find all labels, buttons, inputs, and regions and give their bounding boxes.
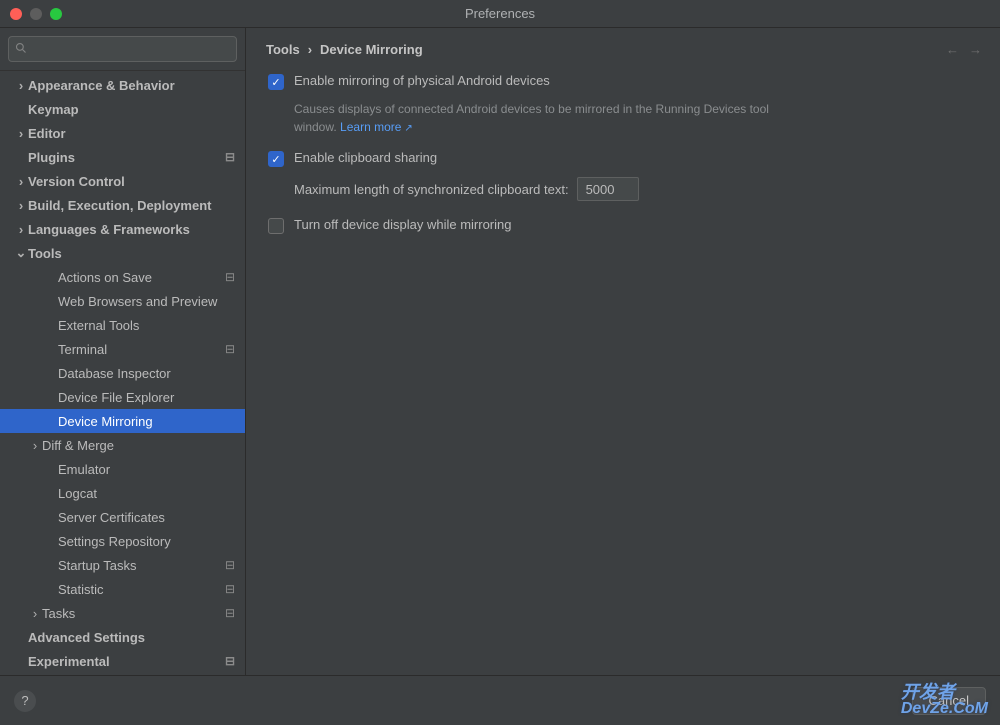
sidebar-item-label: Appearance & Behavior [28,78,245,93]
sidebar-item-plugins[interactable]: Plugins⊟ [0,145,245,169]
chevron-right-icon: › [14,174,28,189]
nav-back-icon[interactable]: ← [946,42,959,57]
sidebar-item-terminal[interactable]: Terminal⊟ [0,337,245,361]
nav-arrows: ← → [946,42,982,57]
sidebar-item-label: Server Certificates [58,510,245,525]
sidebar-item-actions-on-save[interactable]: Actions on Save⊟ [0,265,245,289]
sidebar-item-label: Plugins [28,150,245,165]
dialog-footer: ? Cancel 开发者 DevZe.CoM [0,675,1000,725]
checkbox-enable-mirroring[interactable]: ✓ [268,74,284,90]
sidebar-item-version-control[interactable]: ›Version Control [0,169,245,193]
sidebar-item-editor[interactable]: ›Editor [0,121,245,145]
sidebar-item-label: Emulator [58,462,245,477]
project-level-marker-icon: ⊟ [225,582,235,596]
sidebar-item-label: Advanced Settings [28,630,245,645]
project-level-marker-icon: ⊟ [225,558,235,572]
chevron-right-icon: › [14,198,28,213]
sidebar-item-label: Experimental [28,654,245,669]
sidebar-item-label: Terminal [58,342,245,357]
sidebar-item-label: Editor [28,126,245,141]
clipboard-length-row: Maximum length of synchronized clipboard… [294,177,980,201]
sidebar-item-statistic[interactable]: Statistic⊟ [0,577,245,601]
window-title: Preferences [0,6,1000,21]
sidebar-item-keymap[interactable]: Keymap [0,97,245,121]
sidebar-item-settings-repository[interactable]: Settings Repository [0,529,245,553]
option-description: Causes displays of connected Android dev… [294,100,814,136]
sidebar-item-build-execution-deployment[interactable]: ›Build, Execution, Deployment [0,193,245,217]
sidebar-item-tasks[interactable]: ›Tasks⊟ [0,601,245,625]
sidebar-item-label: Web Browsers and Preview [58,294,245,309]
project-level-marker-icon: ⊟ [225,150,235,164]
option-label: Turn off device display while mirroring [294,217,511,232]
sidebar-item-experimental[interactable]: Experimental⊟ [0,649,245,673]
chevron-right-icon: › [28,606,42,621]
sidebar-item-diff-merge[interactable]: ›Diff & Merge [0,433,245,457]
chevron-right-icon: › [14,126,28,141]
option-label: Enable mirroring of physical Android dev… [294,73,550,88]
chevron-right-icon: › [14,78,28,93]
breadcrumb-root[interactable]: Tools [266,42,300,57]
sidebar-item-emulator[interactable]: Emulator [0,457,245,481]
option-turn-off-display[interactable]: Turn off device display while mirroring [266,217,980,234]
clipboard-length-input[interactable] [577,177,639,201]
checkbox-enable-clipboard[interactable]: ✓ [268,151,284,167]
sidebar-item-label: Version Control [28,174,245,189]
settings-tree: ›Appearance & BehaviorKeymap›EditorPlugi… [0,71,245,675]
sidebar-item-label: Diff & Merge [42,438,245,453]
project-level-marker-icon: ⊟ [225,270,235,284]
breadcrumb-leaf: Device Mirroring [320,42,423,57]
sidebar-item-label: Languages & Frameworks [28,222,245,237]
sidebar-item-appearance-behavior[interactable]: ›Appearance & Behavior [0,73,245,97]
option-label: Enable clipboard sharing [294,150,437,165]
sidebar-item-tools[interactable]: ⌄Tools [0,241,245,265]
external-link-icon: ↗ [404,123,412,134]
sidebar-item-languages-frameworks[interactable]: ›Languages & Frameworks [0,217,245,241]
sidebar-item-label: Device Mirroring [58,414,245,429]
preferences-sidebar: ›Appearance & BehaviorKeymap›EditorPlugi… [0,28,246,675]
sidebar-item-device-mirroring[interactable]: Device Mirroring [0,409,245,433]
search-input[interactable] [8,36,237,62]
sidebar-item-label: Actions on Save [58,270,245,285]
sidebar-item-external-tools[interactable]: External Tools [0,313,245,337]
sidebar-item-label: Logcat [58,486,245,501]
chevron-right-icon: › [28,438,42,453]
sidebar-item-label: Startup Tasks [58,558,245,573]
help-button[interactable]: ? [14,690,36,712]
nav-forward-icon[interactable]: → [969,42,982,57]
checkbox-turn-off-display[interactable] [268,218,284,234]
sidebar-item-advanced-settings[interactable]: Advanced Settings [0,625,245,649]
sidebar-item-web-browsers-and-preview[interactable]: Web Browsers and Preview [0,289,245,313]
content-panel: Tools › Device Mirroring ← → ✓ Enable mi… [246,28,1000,675]
clipboard-length-label: Maximum length of synchronized clipboard… [294,182,569,197]
breadcrumb: Tools › Device Mirroring [266,42,980,57]
project-level-marker-icon: ⊟ [225,654,235,668]
sidebar-item-device-file-explorer[interactable]: Device File Explorer [0,385,245,409]
project-level-marker-icon: ⊟ [225,606,235,620]
chevron-down-icon: ⌄ [14,245,28,261]
sidebar-item-label: Build, Execution, Deployment [28,198,245,213]
option-enable-mirroring[interactable]: ✓ Enable mirroring of physical Android d… [266,73,980,90]
sidebar-item-label: Tasks [42,606,245,621]
option-enable-clipboard[interactable]: ✓ Enable clipboard sharing [266,150,980,167]
cancel-button[interactable]: Cancel [912,687,986,715]
sidebar-item-label: Tools [28,246,245,261]
sidebar-item-database-inspector[interactable]: Database Inspector [0,361,245,385]
sidebar-item-server-certificates[interactable]: Server Certificates [0,505,245,529]
chevron-right-icon: › [14,222,28,237]
sidebar-item-label: Device File Explorer [58,390,245,405]
search-icon [15,42,27,54]
project-level-marker-icon: ⊟ [225,342,235,356]
sidebar-item-label: Database Inspector [58,366,245,381]
sidebar-item-label: Statistic [58,582,245,597]
sidebar-item-logcat[interactable]: Logcat [0,481,245,505]
learn-more-link[interactable]: Learn more↗ [340,120,413,134]
breadcrumb-sep: › [308,42,312,57]
sidebar-item-label: External Tools [58,318,245,333]
titlebar: Preferences [0,0,1000,28]
sidebar-item-startup-tasks[interactable]: Startup Tasks⊟ [0,553,245,577]
sidebar-item-label: Keymap [28,102,245,117]
sidebar-item-label: Settings Repository [58,534,245,549]
